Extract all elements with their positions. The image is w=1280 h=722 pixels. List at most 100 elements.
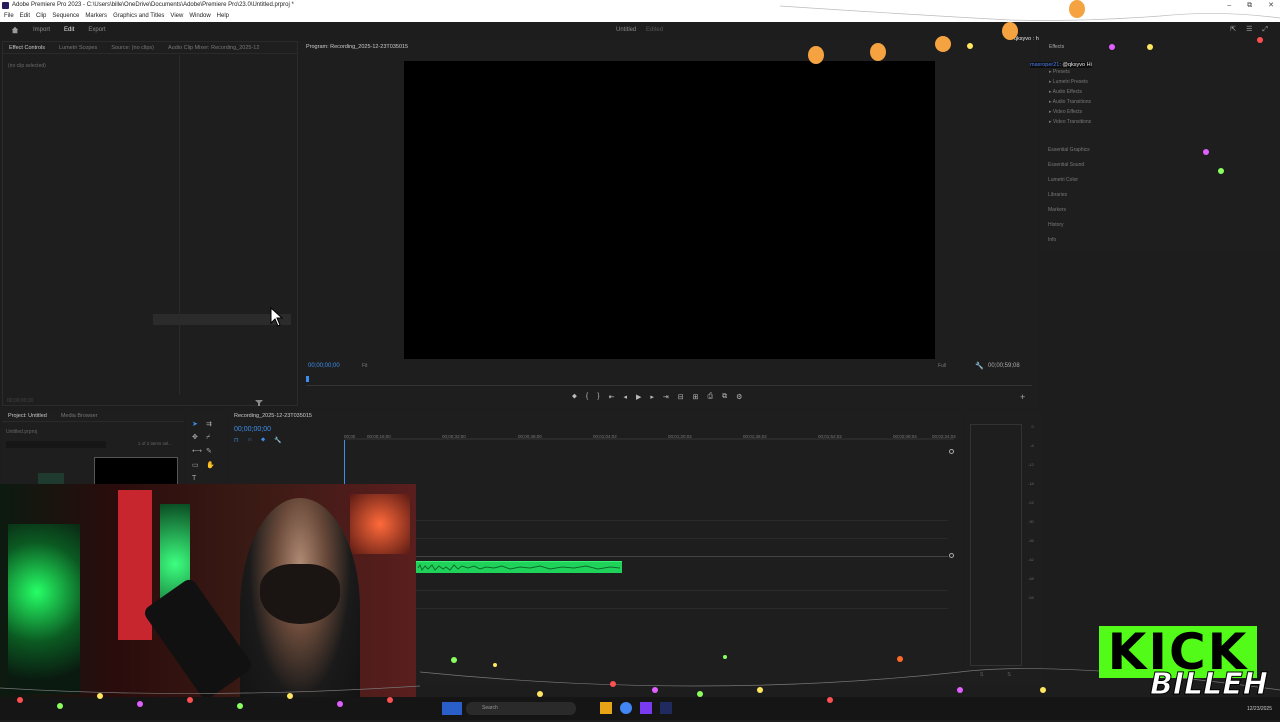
program-scrub-bar[interactable] [306, 385, 1032, 386]
settings-icon[interactable]: ⚙ [736, 393, 742, 401]
premiere-taskbar-icon[interactable] [660, 702, 672, 714]
razor-icon[interactable]: ⌿ [206, 434, 210, 441]
streamer-beard [260, 564, 340, 624]
slip-icon[interactable]: ⟷ [192, 448, 202, 455]
menu-edit[interactable]: Edit [20, 11, 30, 22]
add-marker-tl-icon[interactable]: ⬥ [261, 437, 265, 444]
tab-edit[interactable]: Edit [64, 27, 74, 33]
menu-bar: File Edit Clip Sequence Markers Graphics… [0, 11, 1280, 22]
step-back-icon[interactable]: ◂ [623, 393, 627, 401]
panel-essential-graphics[interactable]: Essential Graphics [1048, 147, 1090, 153]
timeline-ruler[interactable] [344, 438, 954, 440]
tab-project[interactable]: Project: Untitled [8, 413, 47, 419]
linked-selection-icon[interactable]: ∩ [248, 437, 252, 444]
mark-out-icon[interactable]: } [597, 393, 599, 401]
wrench-icon[interactable]: 🔧 [975, 363, 984, 370]
app-icon[interactable] [640, 702, 652, 714]
add-marker-icon[interactable]: ⬥ [572, 393, 577, 401]
tab-import[interactable]: Import [33, 27, 50, 33]
folder-audio-transitions[interactable]: ▸ Audio Transitions [1049, 99, 1091, 105]
window-title: Adobe Premiere Pro 2023 - C:\Users\bille… [12, 2, 294, 8]
share-icon[interactable]: ⇱ [1230, 26, 1236, 33]
panel-markers[interactable]: Markers [1048, 207, 1090, 213]
project-search-input[interactable] [6, 441, 106, 448]
folder-video-transitions[interactable]: ▸ Video Transitions [1049, 119, 1091, 125]
tab-sequence[interactable]: Recording_2025-12-23T035015 [234, 413, 312, 419]
meter-tick: -12 [1028, 462, 1034, 467]
minimize-button[interactable]: – [1227, 0, 1231, 11]
chat-line-1: qksyvo : h [1014, 36, 1039, 42]
expand-icon[interactable]: ⤢ [1262, 26, 1268, 33]
playhead-marker[interactable] [306, 376, 309, 382]
menu-help[interactable]: Help [217, 11, 229, 22]
start-button[interactable] [442, 702, 462, 715]
folder-lumetri-presets[interactable]: ▸ Lumetri Presets [1049, 79, 1091, 85]
solo-left-button[interactable]: S [980, 672, 983, 678]
pen-icon[interactable]: ✎ [206, 448, 212, 455]
menu-markers[interactable]: Markers [85, 11, 107, 22]
scroll-handle-top[interactable] [949, 449, 954, 454]
taskbar-search[interactable]: Search [466, 702, 576, 715]
file-explorer-icon[interactable] [600, 702, 612, 714]
folder-video-effects[interactable]: ▸ Video Effects [1049, 109, 1091, 115]
tab-export[interactable]: Export [88, 27, 105, 33]
program-video-frame[interactable] [404, 61, 935, 359]
restore-button[interactable]: ⧉ [1247, 0, 1252, 11]
panel-essential-sound[interactable]: Essential Sound [1048, 162, 1090, 168]
step-forward-icon[interactable]: ▸ [650, 393, 654, 401]
tab-audio-clip-mixer[interactable]: Audio Clip Mixer: Recording_2025-12 [168, 45, 259, 51]
quality-select[interactable]: Full [938, 363, 946, 369]
panel-libraries[interactable]: Libraries [1048, 192, 1090, 198]
panel-lumetri-color[interactable]: Lumetri Color [1048, 177, 1090, 183]
menu-clip[interactable]: Clip [36, 11, 46, 22]
folder-audio-effects[interactable]: ▸ Audio Effects [1049, 89, 1091, 95]
project-file: Untitled.prproj [6, 429, 38, 435]
tab-effect-controls[interactable]: Effect Controls [9, 45, 45, 51]
timeline-options: ⊓ ∩ ⬥ 🔧 [234, 437, 282, 444]
scroll-handle-mid[interactable] [949, 553, 954, 558]
go-to-in-icon[interactable]: ⇤ [609, 393, 615, 401]
meter-tick: -36 [1028, 538, 1034, 543]
export-frame-icon[interactable]: ⎙ [708, 393, 714, 401]
audio-clip[interactable] [416, 561, 622, 573]
mark-in-icon[interactable]: { [586, 393, 588, 401]
tab-program[interactable]: Program: Recording_2025-12-23T035015 [306, 44, 408, 50]
fit-select[interactable]: Fit [362, 363, 368, 369]
lift-icon[interactable]: ⊟ [678, 393, 684, 401]
filter-icon[interactable] [254, 399, 264, 407]
folder-presets[interactable]: ▸ Presets [1049, 69, 1091, 75]
panel-history[interactable]: History [1048, 222, 1090, 228]
tab-lumetri-scopes[interactable]: Lumetri Scopes [59, 45, 97, 51]
menu-view[interactable]: View [170, 11, 183, 22]
tab-source[interactable]: Source: (no clips) [111, 45, 154, 51]
hand-icon[interactable]: ✋ [206, 462, 215, 469]
close-button[interactable]: ✕ [1268, 0, 1274, 11]
effects-tab[interactable]: Effects [1049, 44, 1064, 50]
home-icon[interactable] [11, 26, 19, 34]
workspace-menu-icon[interactable]: ☰ [1246, 26, 1252, 33]
menu-file[interactable]: File [4, 11, 14, 22]
type-tool-icon[interactable]: T [192, 475, 196, 482]
timeline-timecode[interactable]: 00;00;00;00 [234, 426, 271, 433]
chat-message: : @qksyvo Hi [1059, 62, 1092, 68]
menu-sequence[interactable]: Sequence [52, 11, 79, 22]
track-select-icon[interactable]: ⇉ [206, 421, 212, 428]
chrome-icon[interactable] [620, 702, 632, 714]
snap-icon[interactable]: ⊓ [234, 437, 239, 444]
menu-window[interactable]: Window [189, 11, 210, 22]
compare-icon[interactable]: ⧉ [722, 393, 727, 401]
extract-icon[interactable]: ⊞ [693, 393, 699, 401]
go-to-out-icon[interactable]: ⇥ [663, 393, 669, 401]
rectangle-icon[interactable]: ▭ [192, 462, 199, 469]
program-timecode[interactable]: 00;00;00;00 [308, 363, 340, 369]
solo-right-button[interactable]: S [1007, 672, 1010, 678]
selection-tool-icon[interactable]: ➤ [192, 421, 198, 428]
timeline-settings-icon[interactable]: 🔧 [274, 437, 281, 444]
add-button-icon[interactable]: + [1020, 393, 1025, 402]
ruler-label: 00;01;52;02 [818, 434, 842, 439]
tab-media-browser[interactable]: Media Browser [61, 413, 98, 419]
play-icon[interactable]: ▶ [636, 393, 641, 401]
ripple-edit-icon[interactable]: ✥ [192, 434, 198, 441]
menu-graphics[interactable]: Graphics and Titles [113, 11, 164, 22]
panel-info[interactable]: Info [1048, 237, 1090, 243]
